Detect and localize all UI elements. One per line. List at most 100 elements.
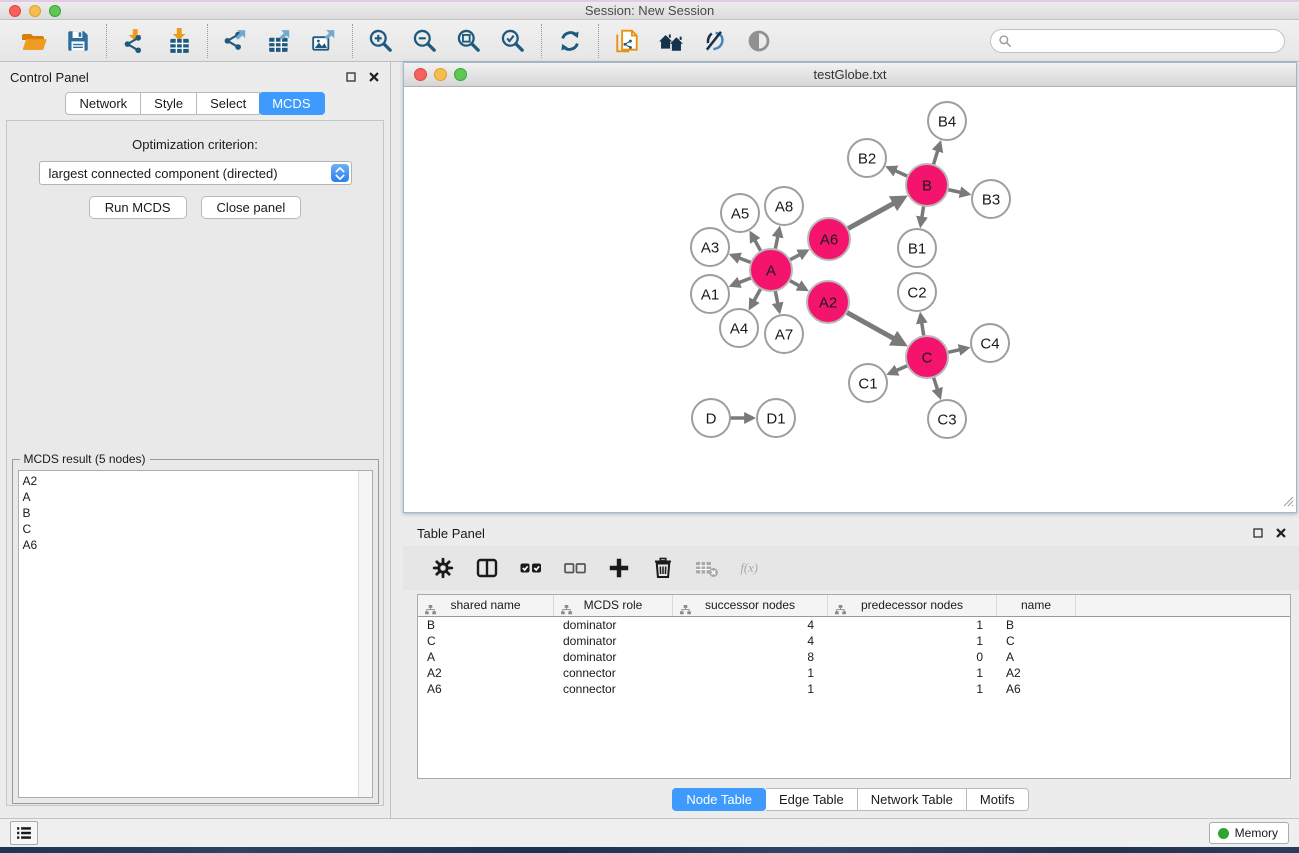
node-B[interactable]: B: [906, 164, 948, 206]
zoom-in-icon[interactable]: [366, 26, 396, 56]
tab-select[interactable]: Select: [197, 92, 260, 115]
table-cell[interactable]: 1: [828, 681, 997, 697]
table-cell[interactable]: connector: [554, 665, 673, 681]
node-A6[interactable]: A6: [808, 218, 850, 260]
mcds-result-item[interactable]: C: [23, 521, 372, 537]
search-input[interactable]: [990, 29, 1285, 53]
task-history-button[interactable]: [10, 821, 38, 845]
node-A7[interactable]: A7: [765, 315, 803, 353]
table-cell[interactable]: dominator: [554, 649, 673, 665]
edge-C-C4[interactable]: [948, 348, 968, 352]
mcds-result-item[interactable]: A: [23, 489, 372, 505]
node-D1[interactable]: D1: [757, 399, 795, 437]
refresh-network-icon[interactable]: [555, 26, 585, 56]
node-A2[interactable]: A2: [807, 281, 849, 323]
node-C2[interactable]: C2: [898, 273, 936, 311]
tab-network[interactable]: Network: [65, 92, 141, 115]
clone-network-icon[interactable]: [612, 26, 642, 56]
export-network-icon[interactable]: [221, 26, 251, 56]
show-hide-panel-icon[interactable]: [744, 26, 774, 56]
table-cell[interactable]: 0: [828, 649, 997, 665]
node-B4[interactable]: B4: [928, 102, 966, 140]
table-cell[interactable]: 4: [673, 633, 828, 649]
edge-A-A4[interactable]: [750, 288, 761, 307]
tab-network-table[interactable]: Network Table: [858, 788, 967, 811]
edge-B-B3[interactable]: [948, 190, 969, 195]
node-B3[interactable]: B3: [972, 180, 1010, 218]
table-row[interactable]: A6connector11A6: [418, 681, 1290, 697]
mcds-result-item[interactable]: A6: [23, 537, 372, 553]
open-file-icon[interactable]: [19, 26, 49, 56]
node-B2[interactable]: B2: [848, 139, 886, 177]
edge-C-C2[interactable]: [921, 315, 924, 336]
import-network-icon[interactable]: [120, 26, 150, 56]
float-panel-icon[interactable]: [1251, 527, 1264, 540]
table-cell[interactable]: A2: [418, 665, 554, 681]
node-table[interactable]: shared nameMCDS rolesuccessor nodesprede…: [417, 594, 1291, 779]
network-canvas[interactable]: B4B2BB3B1A5A8A6A3AA1C2A4A7A2C4CC1C3DD1: [404, 87, 1296, 512]
table-cell[interactable]: 1: [828, 665, 997, 681]
node-A3[interactable]: A3: [691, 228, 729, 266]
toggle-graphics-details-icon[interactable]: [700, 26, 730, 56]
column-header-predecessor-nodes[interactable]: predecessor nodes: [828, 595, 997, 616]
edge-A-A3[interactable]: [732, 255, 751, 262]
table-row[interactable]: Bdominator41B: [418, 617, 1290, 633]
close-panel-icon[interactable]: [367, 71, 380, 84]
zoom-selected-icon[interactable]: [498, 26, 528, 56]
edge-A-A8[interactable]: [775, 229, 779, 249]
table-cell[interactable]: A6: [418, 681, 554, 697]
column-header-successor-nodes[interactable]: successor nodes: [673, 595, 828, 616]
add-column-icon[interactable]: [607, 556, 631, 580]
column-header-shared-name[interactable]: shared name: [418, 595, 554, 616]
table-cell[interactable]: B: [418, 617, 554, 633]
mcds-result-item[interactable]: B: [23, 505, 372, 521]
save-session-icon[interactable]: [63, 26, 93, 56]
edge-A-A5[interactable]: [751, 234, 761, 252]
split-table-view-icon[interactable]: [475, 556, 499, 580]
edge-A-A2[interactable]: [789, 280, 806, 289]
edge-A-A6[interactable]: [790, 251, 807, 260]
edge-A2-C[interactable]: [846, 312, 903, 344]
import-table-icon[interactable]: [164, 26, 194, 56]
delete-column-icon[interactable]: [651, 556, 675, 580]
memory-button[interactable]: Memory: [1209, 822, 1289, 844]
edge-C-C3[interactable]: [933, 377, 939, 397]
deselect-all-rows-icon[interactable]: [563, 556, 587, 580]
edge-A-A1[interactable]: [732, 278, 752, 286]
table-row[interactable]: Cdominator41C: [418, 633, 1290, 649]
column-header-mcds-role[interactable]: MCDS role: [554, 595, 673, 616]
node-B1[interactable]: B1: [898, 229, 936, 267]
node-A1[interactable]: A1: [691, 275, 729, 313]
tab-mcds[interactable]: MCDS: [259, 92, 324, 115]
close-panel-button[interactable]: Close panel: [201, 196, 302, 219]
mcds-result-list[interactable]: A2ABCA6: [18, 470, 373, 798]
resize-grip-icon[interactable]: [1280, 493, 1294, 510]
edge-B-B4[interactable]: [933, 143, 940, 165]
node-A8[interactable]: A8: [765, 187, 803, 225]
mcds-result-item[interactable]: A2: [23, 473, 372, 489]
tab-style[interactable]: Style: [141, 92, 197, 115]
network-window-titlebar[interactable]: testGlobe.txt: [404, 63, 1296, 87]
table-cell[interactable]: A: [418, 649, 554, 665]
node-A5[interactable]: A5: [721, 194, 759, 232]
export-image-icon[interactable]: [309, 26, 339, 56]
result-scrollbar[interactable]: [358, 471, 372, 797]
table-cell[interactable]: 1: [828, 617, 997, 633]
table-settings-icon[interactable]: [431, 556, 455, 580]
edge-A6-B[interactable]: [847, 198, 903, 229]
table-cell[interactable]: A: [997, 649, 1076, 665]
node-C[interactable]: C: [906, 336, 948, 378]
table-cell[interactable]: B: [997, 617, 1076, 633]
run-mcds-button[interactable]: Run MCDS: [89, 196, 187, 219]
tab-motifs[interactable]: Motifs: [967, 788, 1029, 811]
node-A[interactable]: A: [750, 249, 792, 291]
network-graph[interactable]: B4B2BB3B1A5A8A6A3AA1C2A4A7A2C4CC1C3DD1: [404, 87, 1296, 512]
edge-A-A7[interactable]: [775, 291, 779, 311]
table-cell[interactable]: 1: [673, 665, 828, 681]
table-cell[interactable]: 4: [673, 617, 828, 633]
table-cell[interactable]: dominator: [554, 633, 673, 649]
table-cell[interactable]: 8: [673, 649, 828, 665]
table-cell[interactable]: 1: [673, 681, 828, 697]
node-A4[interactable]: A4: [720, 309, 758, 347]
zoom-out-icon[interactable]: [410, 26, 440, 56]
